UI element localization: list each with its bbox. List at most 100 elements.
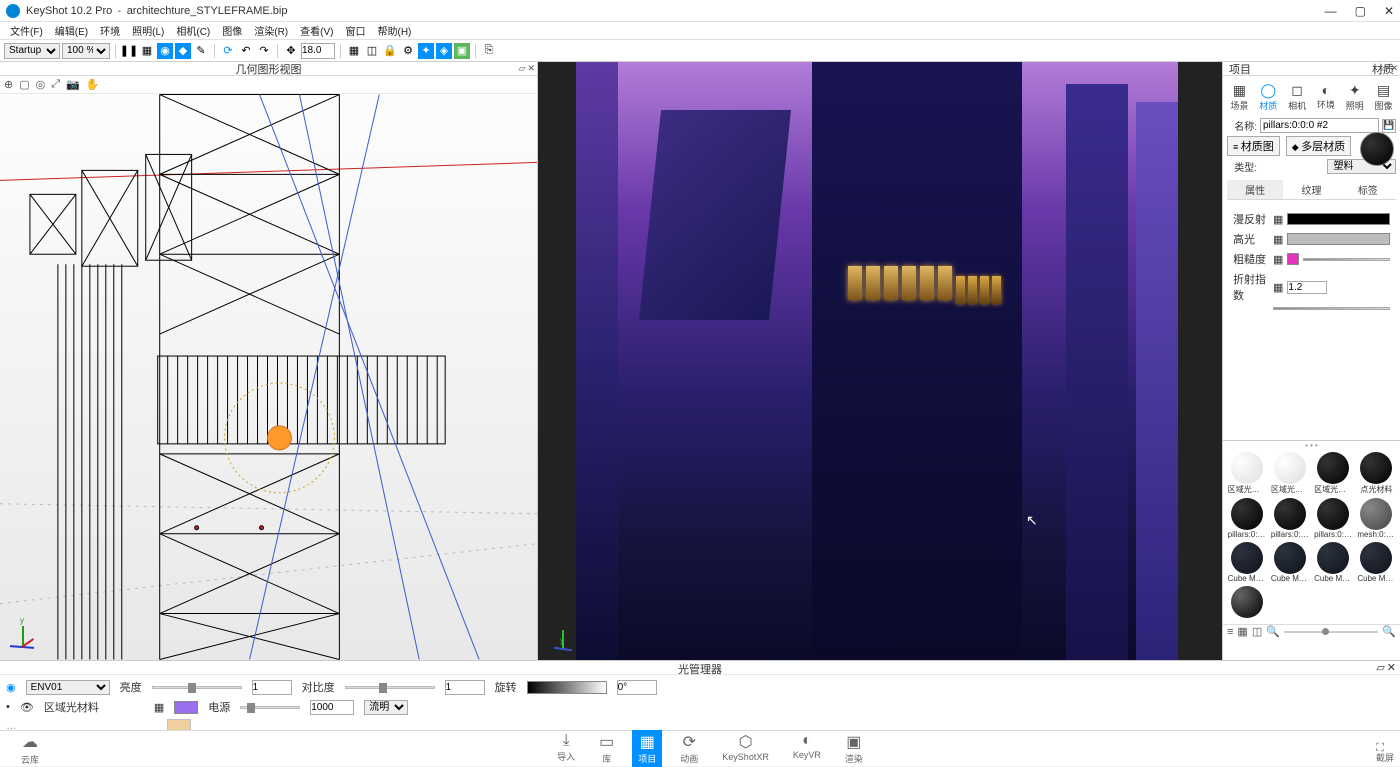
menu-file[interactable]: 文件(F) [4,23,49,38]
pan-icon[interactable]: ✋ [86,78,100,91]
dock-item-库[interactable]: ▭库 [593,730,620,767]
mode2-icon[interactable]: ◈ [436,43,452,59]
menu-camera[interactable]: 相机(C) [170,23,216,38]
light-enable-icon[interactable]: 👁 [20,701,34,714]
popout-icon[interactable]: ▱ [519,63,526,74]
pause-icon[interactable]: ❚❚ [121,43,137,59]
specular-texture-icon[interactable]: ▦ [1273,233,1283,246]
tab-camera[interactable]: ◻相机 [1287,80,1307,114]
light-name[interactable]: 区域光材料 [44,699,144,715]
roughness-texture-icon[interactable]: ▦ [1273,253,1283,266]
dock-cloud-library[interactable]: ☁ 云库 [0,732,60,766]
power-unit-select[interactable]: 流明 [364,700,408,715]
perf-icon[interactable]: ⚙ [400,43,416,59]
material-graph-button[interactable]: ≡ 材质图 [1227,136,1280,156]
material-item[interactable]: Cube Mat... [1357,542,1396,583]
material-item[interactable]: Cube Mat... [1227,542,1266,583]
diffuse-swatch[interactable] [1287,213,1390,225]
menu-image[interactable]: 图像 [216,23,248,38]
material-name-input[interactable] [1260,118,1379,133]
undo-icon[interactable]: ↶ [238,43,254,59]
camera-tool-icon[interactable]: 📷 [66,78,80,91]
multilayer-button[interactable]: ◆ 多层材质 [1286,136,1351,156]
light-color-swatch[interactable] [174,701,198,714]
light-visible-icon[interactable]: • [6,701,10,713]
cpu-icon[interactable]: ▦ [139,43,155,59]
mode3-icon[interactable]: ▣ [454,43,470,59]
ior-texture-icon[interactable]: ▦ [1273,281,1283,294]
material-item[interactable]: Cube Mat... [1270,542,1309,583]
dock-item-KeyVR[interactable]: ◐KeyVR [787,730,827,767]
close-icon[interactable]: ✕ [1387,661,1396,674]
rotation-input[interactable] [617,680,657,695]
lock-icon[interactable]: 🔒 [382,43,398,59]
tab-scene[interactable]: ▦场景 [1229,80,1249,114]
material-item[interactable]: pillars:0:0... [1270,498,1309,539]
save-material-icon[interactable]: 💾 [1382,119,1396,133]
panel-grip[interactable]: • • • [1223,441,1400,450]
gpu-icon[interactable]: ◆ [175,43,191,59]
contrast-input[interactable] [445,680,485,695]
ior-input[interactable] [1287,281,1327,294]
popout-icon[interactable]: ▱ [1376,661,1384,674]
env-toggle-icon[interactable]: ◉ [6,681,16,694]
select-icon[interactable]: ⊕ [4,78,13,91]
screenshot-icon[interactable]: ⎘ [481,43,497,59]
material-item[interactable]: Cube Mat... [1314,542,1353,583]
diffuse-texture-icon[interactable]: ▦ [1273,213,1283,226]
env-select[interactable]: ENV01 [26,680,110,695]
tab-material[interactable]: ◯材质 [1258,80,1278,114]
thumb-zoom-slider[interactable] [1284,631,1378,633]
rotation-gradient[interactable] [527,681,607,694]
material-item[interactable]: 区域光材... [1227,452,1266,495]
minimize-button[interactable]: — [1325,4,1337,18]
tab-lighting[interactable]: ✦照明 [1345,80,1365,114]
power-input[interactable] [310,700,354,715]
roughness-slider[interactable] [1303,258,1390,261]
move-tool-icon[interactable]: ▢ [19,78,29,91]
view-grid-icon[interactable]: ▦ [1237,625,1247,638]
zoom-select[interactable]: 100 % [62,43,110,59]
refresh-icon[interactable]: ⟳ [220,43,236,59]
tab-image[interactable]: ▤图像 [1374,80,1394,114]
menu-environment[interactable]: 环境 [94,23,126,38]
workspace-select[interactable]: Startup [4,43,60,59]
move-icon[interactable]: ✥ [283,43,299,59]
material-item[interactable] [1227,586,1266,618]
grid-icon[interactable]: ▦ [346,43,362,59]
dock-item-导入[interactable]: ⤓导入 [551,730,581,767]
dim-input[interactable] [301,43,335,59]
dock-item-渲染[interactable]: ▣渲染 [839,730,869,767]
menu-render[interactable]: 渲染(R) [248,23,294,38]
view-large-icon[interactable]: ◫ [1252,625,1262,638]
contrast-slider[interactable] [345,686,435,689]
material-item[interactable]: 区域光材料 [1314,452,1353,495]
realtime-icon[interactable]: ◉ [157,43,173,59]
subtab-properties[interactable]: 属性 [1227,180,1283,199]
specular-swatch[interactable] [1287,233,1390,245]
zoom-in-icon[interactable]: 🔍 [1382,625,1396,638]
light-texture-icon[interactable]: ▦ [154,701,164,714]
close-panel-icon[interactable]: ✕ [1390,63,1398,74]
search-icon[interactable]: 🔍 [1266,625,1280,638]
menu-window[interactable]: 窗口 [339,23,371,38]
dock-item-项目[interactable]: ▦项目 [632,730,662,767]
roughness-swatch[interactable] [1287,253,1299,265]
subtab-labels[interactable]: 标签 [1340,180,1396,199]
rotate-tool-icon[interactable]: ◎ [36,78,46,91]
maximize-button[interactable]: ▢ [1355,4,1366,18]
menu-view[interactable]: 查看(V) [294,23,339,38]
material-item[interactable]: 区域光材... [1270,452,1309,495]
menu-help[interactable]: 帮助(H) [371,23,417,38]
region-icon[interactable]: ◫ [364,43,380,59]
dock-item-KeyShotXR[interactable]: ⬡KeyShotXR [716,730,775,767]
geometry-viewport[interactable]: y [0,94,537,660]
mode1-icon[interactable]: ✦ [418,43,434,59]
brightness-slider[interactable] [152,686,242,689]
power-slider[interactable] [240,706,300,709]
material-item[interactable]: 点光材料 [1357,452,1396,495]
close-button[interactable]: ✕ [1384,4,1394,18]
close-panel-icon[interactable]: ✕ [527,63,535,74]
ior-slider[interactable] [1273,307,1390,310]
material-preview[interactable] [1360,132,1394,166]
